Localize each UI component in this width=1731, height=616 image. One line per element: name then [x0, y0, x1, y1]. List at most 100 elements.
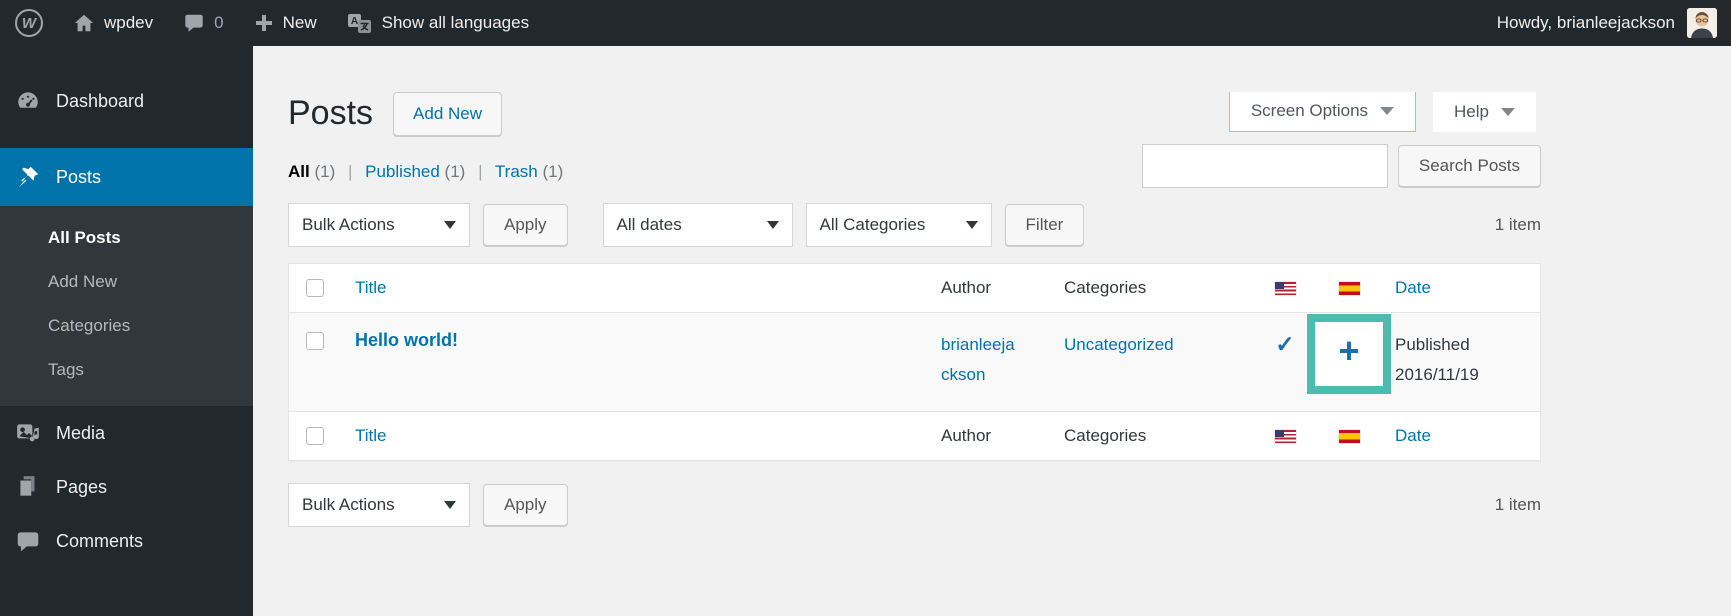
column-header-author: Author: [927, 264, 1050, 312]
submenu-item-tags[interactable]: Tags: [0, 348, 253, 392]
column-header-spanish: [1317, 264, 1381, 312]
column-title-label: Title: [355, 426, 387, 445]
submenu-item-all-posts[interactable]: All Posts: [0, 216, 253, 260]
view-trash-link[interactable]: Trash: [495, 162, 538, 181]
main-content: Screen Options Help Posts Add New All (1…: [253, 46, 1731, 616]
sidebar-item-label: Pages: [56, 476, 108, 497]
table-header-row: Title Author Categories Date: [289, 264, 1540, 312]
filter-button[interactable]: Filter: [1004, 204, 1085, 246]
site-name-label: wpdev: [104, 13, 154, 32]
bulk-actions-selected-value: Bulk Actions: [302, 495, 395, 514]
plus-icon: [254, 13, 274, 33]
search-posts-input[interactable]: [1141, 144, 1388, 188]
view-separator: |: [478, 162, 483, 181]
select-caret-icon: [766, 221, 779, 229]
column-date-label: Date: [1395, 426, 1431, 445]
all-categories-selected-value: All Categories: [819, 215, 926, 234]
item-count-bottom: 1 item: [1494, 495, 1541, 514]
help-label: Help: [1454, 101, 1489, 121]
bulk-actions-select[interactable]: Bulk Actions: [288, 203, 470, 247]
user-avatar[interactable]: [1687, 8, 1717, 38]
post-views-filter: All (1) | Published (1) | Trash (1): [288, 162, 563, 188]
footer-column-categories: Categories: [1050, 412, 1253, 460]
select-all-checkbox-bottom[interactable]: [306, 427, 324, 445]
admin-sidebar: Dashboard Posts All Posts Add New Catego…: [0, 46, 263, 616]
footer-column-date[interactable]: Date: [1381, 412, 1540, 460]
footer-column-spanish: [1317, 412, 1381, 460]
row-checkbox[interactable]: [306, 332, 324, 350]
comments-menu[interactable]: 0: [168, 0, 238, 46]
apply-button[interactable]: Apply: [483, 204, 568, 246]
help-button[interactable]: Help: [1433, 92, 1536, 132]
search-form: Search Posts: [1141, 144, 1541, 188]
screen-options-button[interactable]: Screen Options: [1228, 92, 1417, 132]
select-caret-icon: [444, 221, 456, 229]
wordpress-logo-icon: W: [15, 9, 43, 37]
show-all-languages-menu[interactable]: A Show all languages: [332, 0, 544, 46]
translated-check-icon[interactable]: ✓: [1275, 333, 1294, 356]
dashboard-gauge-icon: [15, 88, 41, 114]
column-header-title[interactable]: Title: [341, 264, 927, 312]
sidebar-item-pages[interactable]: Pages: [0, 460, 253, 514]
new-label: New: [282, 13, 317, 32]
view-all-link[interactable]: All: [288, 162, 310, 181]
sidebar-item-posts[interactable]: Posts: [0, 148, 263, 206]
select-all-checkbox[interactable]: [306, 279, 324, 297]
post-author-link[interactable]: brianleejackson: [941, 335, 1015, 384]
bulk-actions-selected-value: Bulk Actions: [302, 215, 395, 234]
view-all-count: (1): [314, 162, 336, 181]
post-categories-link[interactable]: Uncategorized: [1064, 335, 1174, 354]
screen-meta-links: Screen Options Help: [1228, 92, 1536, 132]
post-title-link[interactable]: Hello world!: [355, 330, 458, 350]
add-translation-plus-icon[interactable]: +: [1338, 332, 1359, 372]
svg-text:A: A: [351, 16, 358, 27]
bulk-actions-select-bottom[interactable]: Bulk Actions: [288, 483, 470, 527]
view-published-link[interactable]: Published: [365, 162, 440, 181]
screen-options-label: Screen Options: [1250, 101, 1369, 120]
spanish-translation-cell: +: [1307, 313, 1391, 411]
item-count: 1 item: [1494, 215, 1541, 234]
sidebar-item-label: Media: [56, 422, 106, 443]
apply-button-bottom[interactable]: Apply: [483, 484, 568, 526]
select-caret-icon: [444, 501, 456, 509]
page-title: Posts: [288, 94, 374, 133]
column-categories-label: Categories: [1064, 278, 1147, 297]
show-all-languages-label: Show all languages: [381, 13, 530, 32]
chevron-down-icon: [1380, 107, 1395, 115]
column-header-date[interactable]: Date: [1381, 264, 1540, 312]
column-title-label: Title: [355, 278, 387, 297]
howdy-text[interactable]: Howdy, brianleejackson: [1497, 13, 1675, 33]
new-content-menu[interactable]: New: [239, 0, 332, 46]
sidebar-item-comments[interactable]: Comments: [0, 514, 253, 568]
sidebar-item-dashboard[interactable]: Dashboard: [0, 74, 253, 128]
add-new-button[interactable]: Add New: [393, 92, 503, 136]
submenu-item-categories[interactable]: Categories: [0, 304, 253, 348]
posts-list-table: Title Author Categories Date Hello world…: [288, 263, 1541, 461]
post-date-cell: Published 2016/11/19: [1381, 313, 1540, 411]
wordpress-logo-menu[interactable]: W: [0, 0, 58, 46]
column-author-label: Author: [941, 278, 992, 297]
column-date-label: Date: [1395, 278, 1431, 297]
pages-icon: [15, 474, 41, 500]
all-dates-select[interactable]: All dates: [602, 203, 793, 247]
sidebar-item-media[interactable]: Media: [0, 406, 253, 460]
post-row-hello-world: Hello world! brianleejackson Uncategoriz…: [289, 312, 1540, 412]
all-categories-select[interactable]: All Categories: [805, 203, 992, 247]
posts-submenu: All Posts Add New Categories Tags: [0, 206, 253, 406]
comments-count: 0: [214, 13, 224, 32]
comments-icon: [15, 528, 41, 554]
submenu-item-add-new[interactable]: Add New: [0, 260, 253, 304]
view-published-count: (1): [444, 162, 466, 181]
column-header-categories: Categories: [1050, 264, 1253, 312]
column-header-english: [1253, 264, 1317, 312]
site-name-menu[interactable]: wpdev: [58, 0, 168, 46]
footer-column-title[interactable]: Title: [341, 412, 927, 460]
search-posts-button[interactable]: Search Posts: [1397, 145, 1541, 187]
select-caret-icon: [965, 221, 978, 229]
us-flag-icon: [1274, 429, 1296, 443]
translation-icon: A: [347, 11, 373, 35]
media-icon: [15, 420, 41, 446]
admin-bar: W wpdev 0 New A Show all languages Howdy: [0, 0, 1731, 46]
sidebar-item-label: Dashboard: [56, 90, 145, 111]
all-dates-selected-value: All dates: [616, 215, 682, 234]
